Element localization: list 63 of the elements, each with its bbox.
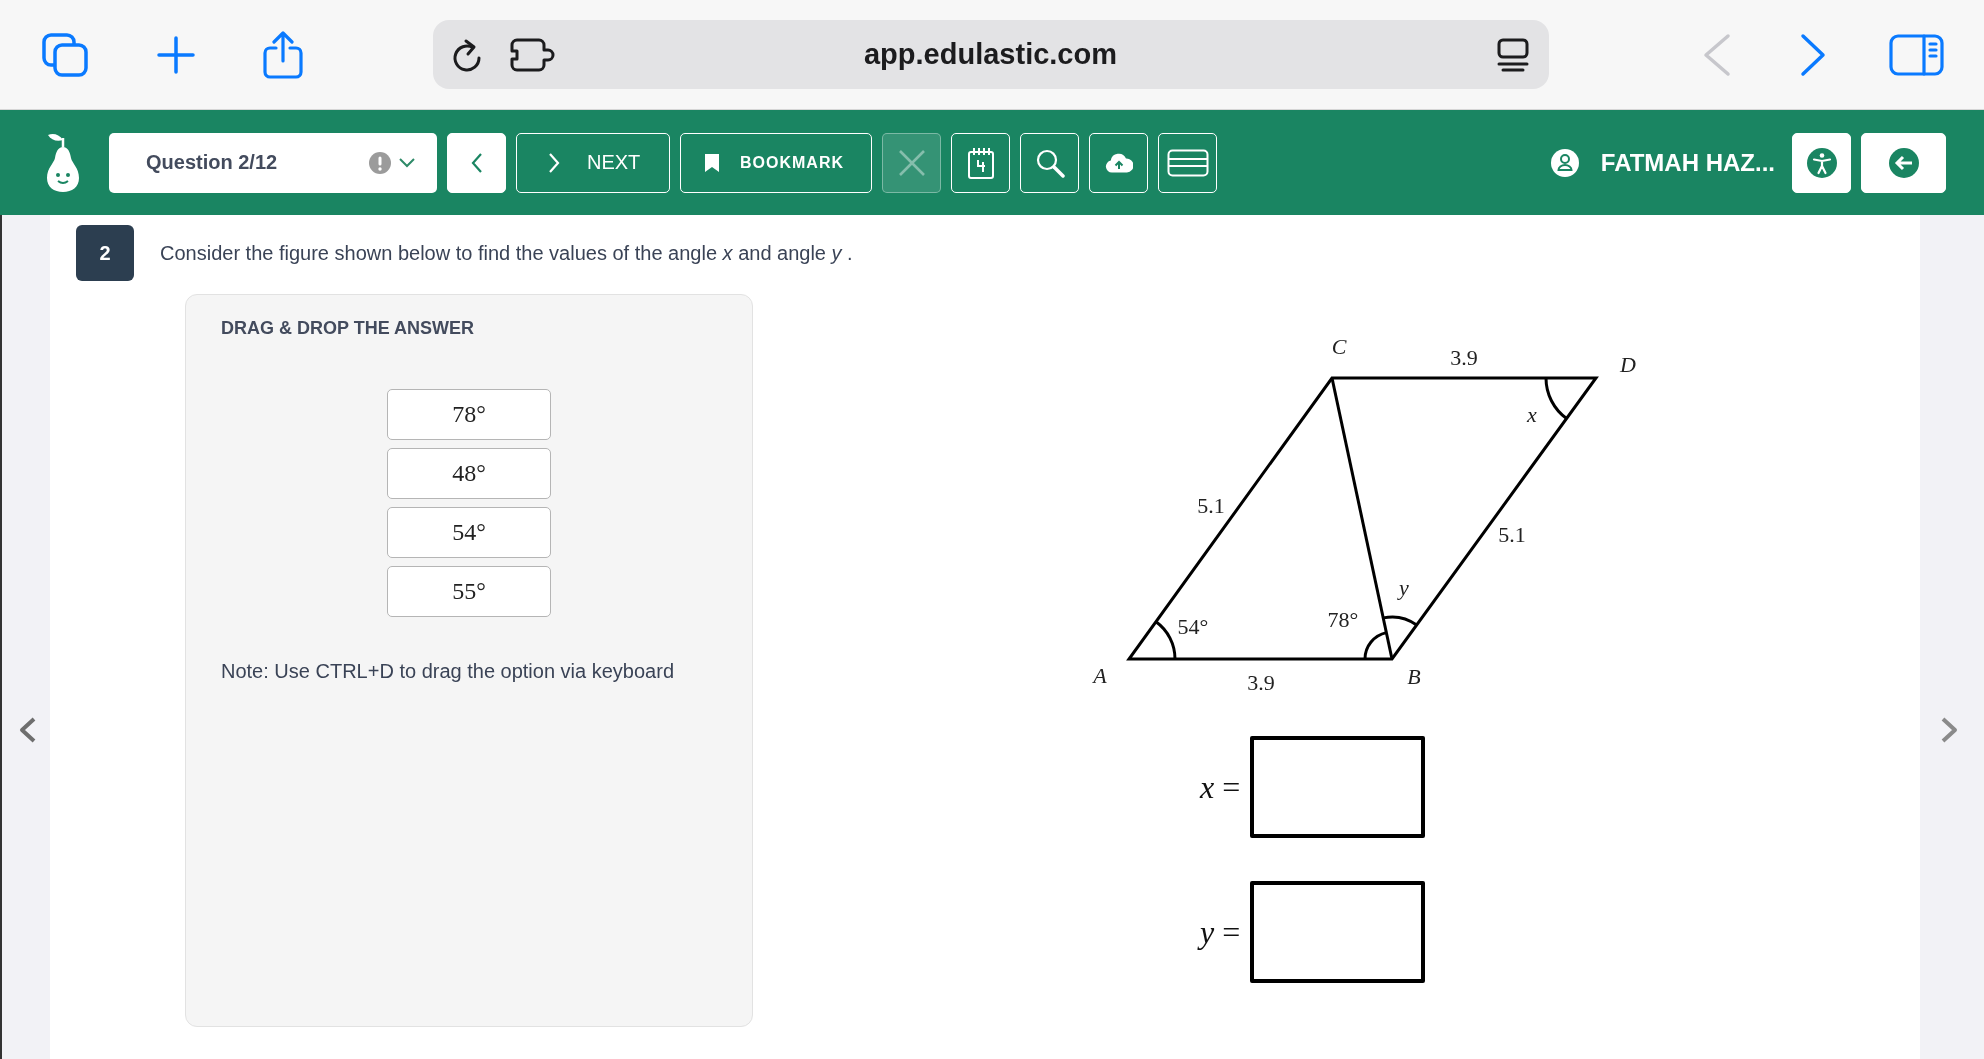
answer-option[interactable]: 55° xyxy=(387,566,551,617)
upload-button[interactable] xyxy=(1089,132,1148,193)
question-text: Consider the figure shown below to find the values of the angle x and angle y . xyxy=(160,241,853,265)
question-dropdown[interactable]: Question 2/12 xyxy=(109,132,437,193)
answer-box[interactable] xyxy=(1250,736,1426,838)
tabs-icon[interactable] xyxy=(42,32,88,77)
chevron-left-icon xyxy=(470,152,483,173)
answer-option[interactable]: 78° xyxy=(387,389,551,440)
answer-option[interactable]: 54° xyxy=(387,507,551,558)
angle-label: x xyxy=(1527,401,1537,427)
notepad-button[interactable] xyxy=(951,132,1010,193)
answer-option[interactable]: 48° xyxy=(387,448,551,499)
address-bar[interactable]: app.edulastic.com xyxy=(433,20,1549,89)
share-icon[interactable] xyxy=(262,30,304,79)
vertex-label: D xyxy=(1620,351,1636,377)
url-text: app.edulastic.com xyxy=(864,38,1117,71)
angle-arc xyxy=(1544,377,1568,420)
chevron-down-icon xyxy=(399,157,415,168)
answer-box[interactable] xyxy=(1250,881,1426,983)
side-length-label: 3.9 xyxy=(1450,344,1478,370)
side-length-label: 5.1 xyxy=(1197,492,1225,518)
bookmark-icon xyxy=(704,152,720,173)
extension-icon[interactable] xyxy=(509,37,556,72)
chevron-right-icon xyxy=(548,152,560,173)
chevron-left-icon[interactable] xyxy=(17,716,37,744)
sidebar-icon[interactable] xyxy=(1889,33,1944,76)
vertex-label: B xyxy=(1407,663,1421,689)
accessibility-button[interactable] xyxy=(1792,132,1851,193)
angle-arc xyxy=(1363,631,1387,660)
search-icon xyxy=(1034,147,1065,178)
angle-arc xyxy=(1383,615,1418,627)
reader-icon[interactable] xyxy=(1496,36,1530,73)
plus-icon[interactable] xyxy=(157,35,195,74)
notepad-icon xyxy=(965,145,996,180)
cloud-upload-icon xyxy=(1104,152,1133,173)
previous-button[interactable] xyxy=(447,132,506,193)
menu-icon xyxy=(1166,148,1209,177)
pear-logo-icon xyxy=(44,131,82,194)
side-length-label: 5.1 xyxy=(1498,521,1526,547)
angle-label: 78° xyxy=(1327,606,1359,632)
user-name: FATMAH HAZ... xyxy=(1600,148,1775,177)
equation-label: x = xyxy=(1200,768,1241,806)
forward-icon[interactable] xyxy=(1799,32,1827,77)
angle-arc xyxy=(1155,620,1177,660)
search-button[interactable] xyxy=(1020,132,1079,193)
accessibility-icon xyxy=(1806,147,1837,178)
user-icon xyxy=(1550,148,1579,177)
panel-title: DRAG & DROP THE ANSWER xyxy=(221,317,474,339)
exit-button[interactable] xyxy=(1861,132,1946,193)
vertex-label: C xyxy=(1331,333,1347,359)
next-button[interactable]: NEXT xyxy=(516,132,670,193)
chevron-right-icon[interactable] xyxy=(1940,716,1960,744)
angle-label: 54° xyxy=(1177,613,1209,639)
warning-icon xyxy=(369,151,391,174)
question-number: 2 xyxy=(76,225,134,281)
side-length-label: 3.9 xyxy=(1247,669,1275,695)
menu-button[interactable] xyxy=(1158,132,1217,193)
bookmark-button[interactable]: BOOKMARK xyxy=(680,132,872,193)
angle-label: y xyxy=(1399,574,1409,600)
arrow-left-icon xyxy=(1888,147,1919,178)
vertex-label: A xyxy=(1093,662,1107,688)
keyboard-note: Note: Use CTRL+D to drag the option via keyboard xyxy=(221,659,675,683)
cross-icon xyxy=(897,148,926,177)
